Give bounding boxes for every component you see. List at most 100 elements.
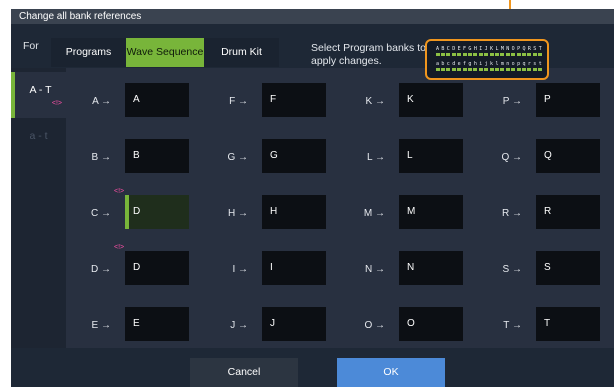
target-bank-field[interactable]: A: [125, 83, 189, 117]
bank-letter: c: [446, 61, 450, 67]
bank-letter: n: [506, 61, 510, 67]
bank-on-indicator: [435, 53, 440, 56]
bank-letter: H: [473, 46, 477, 52]
cancel-button[interactable]: Cancel: [190, 358, 298, 387]
bank-on-indicator: [505, 53, 510, 56]
bank-toggle[interactable]: A: [435, 46, 440, 56]
source-bank-label: T →: [503, 320, 522, 331]
bank-toggle[interactable]: G: [467, 46, 472, 56]
target-bank-field[interactable]: P: [536, 83, 600, 117]
bank-toggle[interactable]: N: [505, 46, 510, 56]
bank-mapping: C → <!> D: [67, 188, 213, 235]
source-bank-label: C →: [91, 208, 111, 219]
source-bank-label: J →: [230, 320, 248, 331]
target-bank-field[interactable]: O: [399, 307, 463, 341]
change-bank-references-dialog: Change all bank references For Programs …: [11, 9, 614, 387]
bank-mapping: R → R: [478, 195, 614, 235]
bank-letter: P: [517, 46, 521, 52]
tab-drum-kit[interactable]: Drum Kit: [204, 38, 279, 67]
bank-on-indicator: [457, 53, 462, 56]
bank-on-indicator: [527, 53, 532, 56]
bank-mapping: E → E: [67, 307, 213, 347]
bank-toggle[interactable]: B: [440, 46, 445, 56]
target-bank-field[interactable]: K: [399, 83, 463, 117]
bank-on-indicator: [511, 53, 516, 56]
bank-toggle[interactable]: L: [494, 46, 499, 56]
target-bank-field[interactable]: F: [262, 83, 326, 117]
bank-toggle[interactable]: E: [457, 46, 462, 56]
target-bank-field[interactable]: R: [536, 195, 600, 229]
bank-toggle[interactable]: K: [489, 46, 494, 56]
bank-on-indicator: [484, 53, 489, 56]
bank-mapping: O → O: [341, 307, 487, 347]
range-sidebar: A - T <!> a - t: [11, 68, 66, 348]
range-tab-a-t[interactable]: A - T <!>: [11, 72, 66, 118]
target-bank-field[interactable]: I: [262, 251, 326, 285]
bank-on-indicator: [500, 53, 505, 56]
bank-on-indicator: [473, 53, 478, 56]
bank-toggle[interactable]: O: [511, 46, 516, 56]
target-bank-field[interactable]: E: [125, 307, 189, 341]
target-bank-field[interactable]: S: [536, 251, 600, 285]
bank-on-indicator: [532, 53, 537, 56]
ok-button[interactable]: OK: [337, 358, 445, 387]
target-bank-field[interactable]: Q: [536, 139, 600, 173]
source-bank-label: E →: [91, 320, 111, 331]
bank-toggle[interactable]: S: [532, 46, 537, 56]
bank-select-prompt: Select Program banks to apply changes.: [311, 42, 426, 67]
bank-letter: N: [506, 46, 510, 52]
bank-letter: t: [538, 61, 542, 67]
dialog-title: Change all bank references: [11, 9, 614, 24]
target-bank-field[interactable]: H: [262, 195, 326, 229]
target-bank-field[interactable]: T: [536, 307, 600, 341]
bank-toggle[interactable]: Q: [522, 46, 527, 56]
bank-letter: o: [511, 61, 515, 67]
source-bank-label: M →: [363, 208, 385, 219]
range-tab-label: A - T: [29, 84, 52, 96]
bank-on-indicator: [538, 53, 543, 56]
bank-letter: h: [473, 61, 477, 67]
source-bank-label: D →: [91, 264, 111, 275]
bank-mapping: Q → Q: [478, 139, 614, 179]
target-bank-field[interactable]: B: [125, 139, 189, 173]
target-bank-field[interactable]: G: [262, 139, 326, 173]
bank-on-indicator: [440, 53, 445, 56]
bank-toggle[interactable]: M: [500, 46, 505, 56]
bank-toggle[interactable]: J: [484, 46, 489, 56]
bank-on-indicator: [478, 53, 483, 56]
bank-mapping-grid: A → A B → B C → <!> D D → <!> D E → E F → F G → G H → H I …: [67, 68, 614, 348]
bank-letter: p: [517, 61, 521, 67]
bank-letter: L: [495, 46, 499, 52]
bank-letter: K: [490, 46, 494, 52]
range-tab-lower-a-t[interactable]: a - t: [11, 120, 66, 166]
target-bank-field[interactable]: N: [399, 251, 463, 285]
tab-wave-sequence[interactable]: Wave Sequence: [126, 38, 204, 67]
bank-toggle[interactable]: I: [478, 46, 483, 56]
bank-toggle[interactable]: T: [538, 46, 543, 56]
bank-toggle[interactable]: C: [446, 46, 451, 56]
bank-letter: O: [511, 46, 515, 52]
bank-toggle[interactable]: F: [462, 46, 467, 56]
tab-programs[interactable]: Programs: [51, 38, 126, 67]
source-bank-label: P →: [502, 96, 522, 107]
bank-toggle[interactable]: D: [451, 46, 456, 56]
bank-mapping: M → M: [341, 195, 487, 235]
source-bank-label: L →: [367, 152, 385, 163]
source-bank-label: H →: [228, 208, 248, 219]
bank-letter: s: [533, 61, 537, 67]
target-bank-field[interactable]: J: [262, 307, 326, 341]
bank-letter: D: [452, 46, 456, 52]
bank-letter: S: [533, 46, 537, 52]
target-bank-field[interactable]: D: [125, 251, 189, 285]
source-bank-label: N →: [365, 264, 385, 275]
bank-on-indicator: [522, 53, 526, 56]
bank-toggle[interactable]: H: [473, 46, 478, 56]
target-bank-field[interactable]: D: [125, 195, 189, 229]
bank-mapping: A → A: [67, 83, 213, 123]
bank-letter: J: [484, 46, 488, 52]
target-bank-field[interactable]: M: [399, 195, 463, 229]
target-bank-field[interactable]: L: [399, 139, 463, 173]
bank-on-indicator: [516, 53, 521, 56]
bank-toggle[interactable]: P: [516, 46, 521, 56]
bank-toggle[interactable]: R: [527, 46, 532, 56]
